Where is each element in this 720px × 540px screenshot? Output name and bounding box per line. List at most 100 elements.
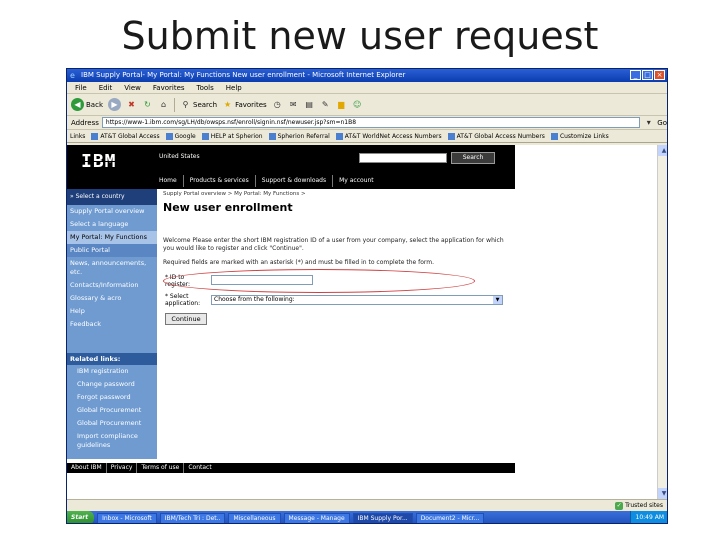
link-icon	[91, 132, 99, 140]
nav-supply-portal-overview[interactable]: Supply Portal overview	[67, 205, 157, 218]
related-ibm-registration[interactable]: IBM registration	[67, 365, 157, 378]
country-label: United States	[159, 153, 200, 160]
nav-feedback[interactable]: Feedback	[67, 318, 157, 331]
print-icon[interactable]: ▤	[304, 99, 315, 110]
link-label: HELP at Spherion	[210, 132, 263, 140]
footer-terms[interactable]: Terms of use	[136, 463, 183, 473]
link-icon	[335, 132, 343, 140]
menu-tools[interactable]: Tools	[197, 82, 214, 93]
link-att-worldnet[interactable]: AT&T WorldNet Access Numbers	[335, 132, 442, 140]
site-search-input[interactable]	[359, 153, 447, 163]
task-inbox[interactable]: Inbox - Microsoft	[97, 512, 157, 523]
topnav-support[interactable]: Support & downloads	[254, 175, 332, 187]
link-icon	[268, 132, 276, 140]
history-icon[interactable]: ◷	[272, 99, 283, 110]
topnav-account[interactable]: My account	[332, 175, 380, 187]
edit-icon[interactable]: ✎	[320, 99, 331, 110]
link-google[interactable]: Google	[165, 132, 196, 140]
site-search-button[interactable]: Search	[451, 152, 495, 164]
search-button[interactable]: ⚲ Search	[180, 99, 218, 110]
favorites-label: Favorites	[235, 100, 267, 109]
related-forgot-password[interactable]: Forgot password	[67, 391, 157, 404]
select-value: Choose from the following:	[214, 296, 295, 303]
link-help-spherion[interactable]: HELP at Spherion	[201, 132, 263, 140]
link-customize[interactable]: Customize Links	[550, 132, 609, 140]
link-att-global[interactable]: AT&T Global Access	[91, 132, 160, 140]
menu-help[interactable]: Help	[226, 82, 242, 93]
related-global-procurement[interactable]: Global Procurement	[67, 404, 157, 417]
link-spherion-referral[interactable]: Spherion Referral	[268, 132, 330, 140]
folder-icon[interactable]: ▆	[336, 99, 347, 110]
ibm-logo[interactable]: IBM	[81, 151, 117, 172]
continue-button[interactable]: Continue	[165, 313, 207, 325]
nav-public-portal[interactable]: Public Portal	[67, 244, 157, 257]
mail-icon[interactable]: ✉	[288, 99, 299, 110]
nav-help[interactable]: Help	[67, 305, 157, 318]
address-input[interactable]: https://www-1.ibm.com/sg/LH/db/owsps.nsf…	[101, 117, 641, 128]
link-icon	[447, 132, 455, 140]
nav-select-language[interactable]: Select a language	[67, 218, 157, 231]
topnav-products[interactable]: Products & services	[182, 175, 255, 187]
minimize-button[interactable]: _	[630, 70, 641, 80]
trusted-check-icon: ✓	[615, 502, 624, 510]
highlight-oval	[163, 269, 475, 293]
menu-file[interactable]: File	[75, 82, 87, 93]
footer-privacy[interactable]: Privacy	[105, 463, 137, 473]
select-country-link[interactable]: » Select a country	[67, 189, 157, 205]
link-icon	[201, 132, 209, 140]
related-change-password[interactable]: Change password	[67, 378, 157, 391]
nav-contacts[interactable]: Contacts/Information	[67, 279, 157, 292]
link-label: Spherion Referral	[277, 132, 330, 140]
search-icon: ⚲	[182, 100, 189, 109]
address-dropdown-icon[interactable]: ▾	[643, 117, 654, 128]
task-ibm-tech[interactable]: IBM/Tech Tri : Det..	[159, 512, 226, 523]
topnav-home[interactable]: Home	[159, 175, 183, 187]
related-global-procurement-2[interactable]: Global Procurement	[67, 417, 157, 430]
link-att-global-numbers[interactable]: AT&T Global Access Numbers	[447, 132, 545, 140]
intro-text: Welcome Please enter the short IBM regis…	[163, 237, 504, 252]
favorites-button[interactable]: ★ Favorites	[222, 99, 267, 110]
window-controls: _ □ ×	[630, 70, 665, 80]
forward-arrow-icon[interactable]: ▶	[108, 98, 121, 111]
window-titlebar[interactable]: e IBM Supply Portal- My Portal: My Funct…	[67, 69, 667, 82]
close-button[interactable]: ×	[654, 70, 665, 80]
slide-title: Submit new user request	[121, 14, 599, 58]
link-label: AT&T WorldNet Access Numbers	[344, 132, 442, 140]
menu-edit[interactable]: Edit	[99, 82, 113, 93]
nav-news[interactable]: News, announcements, etc.	[67, 257, 157, 279]
nav-my-functions[interactable]: My Portal: My Functions	[67, 231, 157, 244]
links-bar: Links AT&T Global Access Google HELP at …	[67, 130, 667, 143]
scroll-down-icon[interactable]: ▼	[658, 488, 667, 499]
system-tray-clock[interactable]: 10:49 AM	[629, 511, 667, 523]
start-button[interactable]: Start	[67, 511, 95, 523]
window-title: IBM Supply Portal- My Portal: My Functio…	[81, 71, 406, 79]
application-select[interactable]: Choose from the following: ▼	[211, 295, 503, 305]
task-miscellaneous[interactable]: Miscellaneous	[228, 512, 281, 523]
footer-contact[interactable]: Contact	[183, 463, 215, 473]
menu-favorites[interactable]: Favorites	[153, 82, 185, 93]
go-button[interactable]: Go	[657, 119, 667, 127]
stop-icon[interactable]: ✖	[126, 99, 137, 110]
home-icon[interactable]: ⌂	[158, 99, 169, 110]
breadcrumb[interactable]: Supply Portal overview > My Portal: My F…	[163, 191, 306, 197]
related-import-compliance[interactable]: Import compliance guidelines	[67, 430, 157, 452]
chevron-down-icon: ▼	[493, 296, 502, 304]
task-message[interactable]: Message - Manage	[283, 512, 350, 523]
toolbar-separator	[174, 97, 175, 112]
messenger-icon[interactable]: ☺	[352, 99, 363, 110]
back-button[interactable]: ◀ Back	[71, 98, 103, 111]
links-label: Links	[70, 132, 86, 140]
task-document2[interactable]: Document2 - Micr...	[415, 512, 485, 523]
ibm-header: IBM United States Search Home Products &…	[67, 145, 515, 189]
menu-view[interactable]: View	[124, 82, 141, 93]
scroll-up-icon[interactable]: ▲	[658, 145, 667, 156]
task-ibm-supply-portal[interactable]: IBM Supply Por...	[352, 512, 413, 523]
footer-about[interactable]: About IBM	[71, 463, 106, 473]
vertical-scrollbar[interactable]: ▲ ▼	[657, 145, 667, 499]
application-field-label: * Select application:	[165, 293, 201, 307]
refresh-icon[interactable]: ↻	[142, 99, 153, 110]
maximize-button[interactable]: □	[642, 70, 653, 80]
page-viewport: IBM United States Search Home Products &…	[67, 145, 667, 499]
nav-glossary[interactable]: Glossary & acro	[67, 292, 157, 305]
related-links-heading: Related links:	[67, 353, 157, 365]
